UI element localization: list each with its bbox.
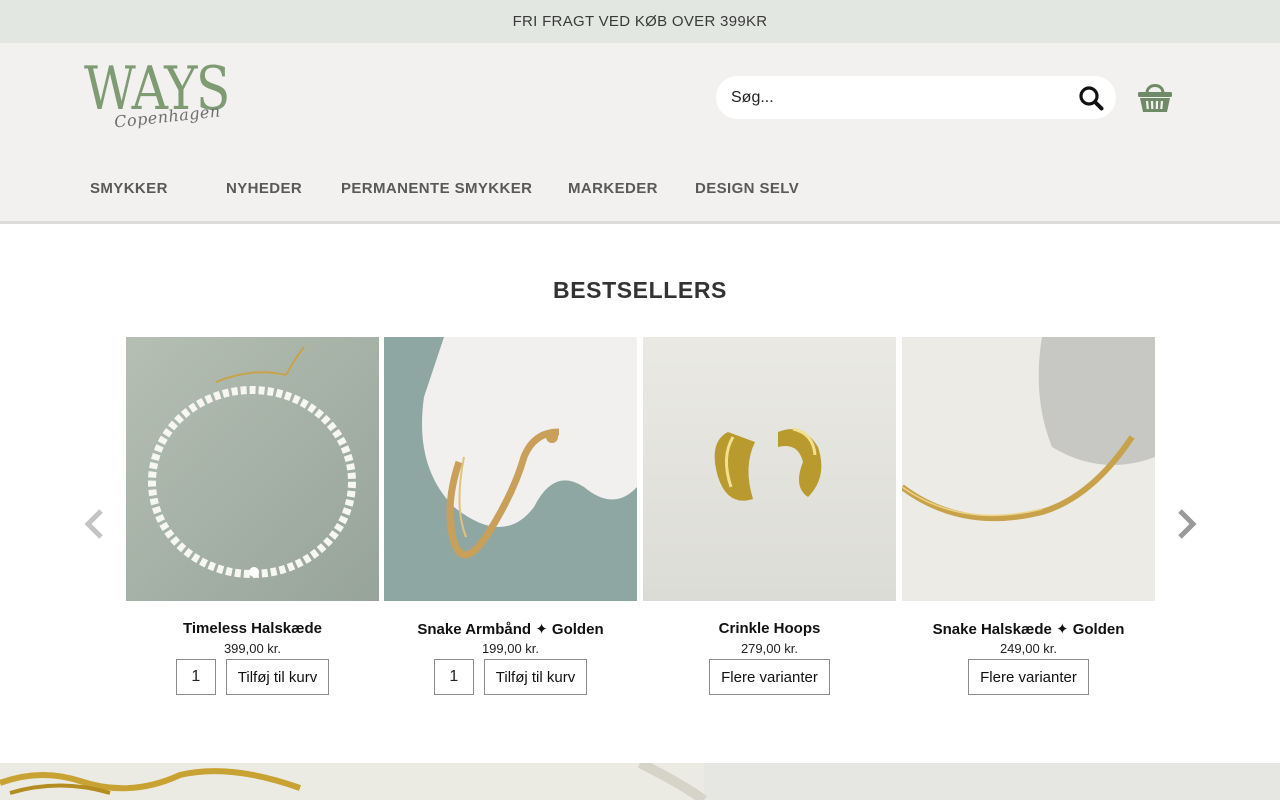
- search-button[interactable]: [1076, 83, 1106, 113]
- more-variants-button[interactable]: Flere varianter: [968, 659, 1089, 695]
- product-price: 249,00 kr.: [999, 641, 1058, 656]
- product-actions: Tilføj til kurv: [126, 659, 379, 695]
- chevron-left-icon: [84, 509, 103, 539]
- product-image[interactable]: [902, 337, 1155, 601]
- product-price: 199,00 kr.: [481, 641, 540, 656]
- quantity-input[interactable]: [433, 659, 474, 695]
- product-card: Snake Halskæde ✦ Golden 249,00 kr. Flere…: [902, 337, 1155, 695]
- nav-item-permanente-smykker[interactable]: PERMANENTE SMYKKER: [341, 180, 532, 197]
- product-image[interactable]: [384, 337, 637, 601]
- basket-icon: [1138, 84, 1172, 112]
- product-actions: Flere varianter: [643, 659, 896, 695]
- carousel-next-button[interactable]: [1176, 508, 1198, 540]
- product-price: 399,00 kr.: [223, 641, 282, 656]
- product-actions: Tilføj til kurv: [384, 659, 637, 695]
- announcement-text: FRI FRAGT VED KØB OVER 399KR: [512, 13, 768, 30]
- promo-banner-image[interactable]: [0, 763, 1280, 800]
- nav-item-markeder[interactable]: MARKEDER: [568, 180, 658, 197]
- product-name[interactable]: Snake Halskæde ✦ Golden: [882, 620, 1175, 638]
- more-variants-button[interactable]: Flere varianter: [709, 659, 830, 695]
- carousel-prev-button[interactable]: [83, 508, 105, 540]
- product-price: 279,00 kr.: [740, 641, 799, 656]
- product-image[interactable]: [643, 337, 896, 601]
- announcement-bar: FRI FRAGT VED KØB OVER 399KR: [0, 0, 1280, 43]
- product-card: Timeless Halskæde 399,00 kr. Tilføj til …: [126, 337, 379, 695]
- bestsellers-title: BESTSELLERS: [552, 277, 727, 303]
- brand-logo[interactable]: WAYS Copenhagen: [84, 57, 254, 143]
- search-bar: [716, 76, 1116, 119]
- product-image[interactable]: [126, 337, 379, 601]
- nav-item-smykker[interactable]: SMYKKER: [90, 180, 168, 197]
- site-header: WAYS Copenhagen SMYKKER NYHEDER PERMANEN…: [0, 43, 1280, 224]
- add-to-cart-button[interactable]: Tilføj til kurv: [483, 659, 588, 695]
- product-name[interactable]: Crinkle Hoops: [623, 620, 916, 637]
- add-to-cart-button[interactable]: Tilføj til kurv: [225, 659, 330, 695]
- quantity-input[interactable]: [175, 659, 216, 695]
- product-name[interactable]: Timeless Halskæde: [106, 620, 399, 637]
- search-icon: [1079, 86, 1104, 111]
- cart-button[interactable]: [1136, 79, 1174, 115]
- search-input[interactable]: [716, 77, 1056, 118]
- product-card: Crinkle Hoops 279,00 kr. Flere varianter: [643, 337, 896, 695]
- product-actions: Flere varianter: [902, 659, 1155, 695]
- nav-item-nyheder[interactable]: NYHEDER: [226, 180, 302, 197]
- product-name[interactable]: Snake Armbånd ✦ Golden: [364, 620, 657, 638]
- product-card: Snake Armbånd ✦ Golden 199,00 kr. Tilføj…: [384, 337, 637, 695]
- nav-item-design-selv[interactable]: DESIGN SELV: [695, 180, 799, 197]
- chevron-right-icon: [1178, 509, 1197, 539]
